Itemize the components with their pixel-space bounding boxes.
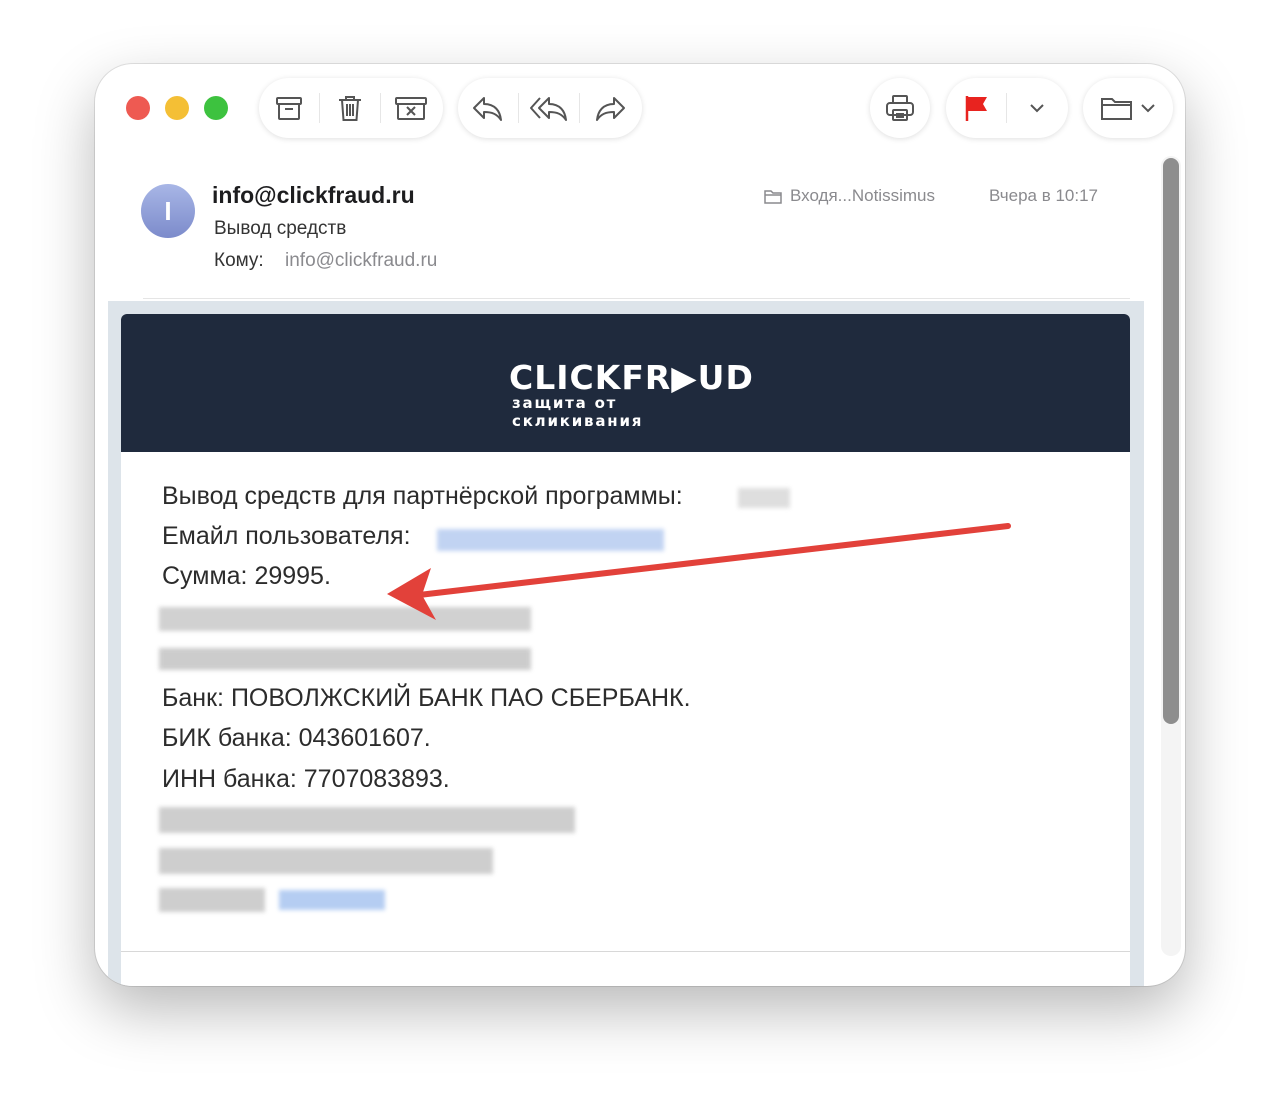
annotation-arrow xyxy=(387,523,1011,620)
mail-window: I info@clickfraud.ru Вывод средств Кому:… xyxy=(95,64,1185,986)
